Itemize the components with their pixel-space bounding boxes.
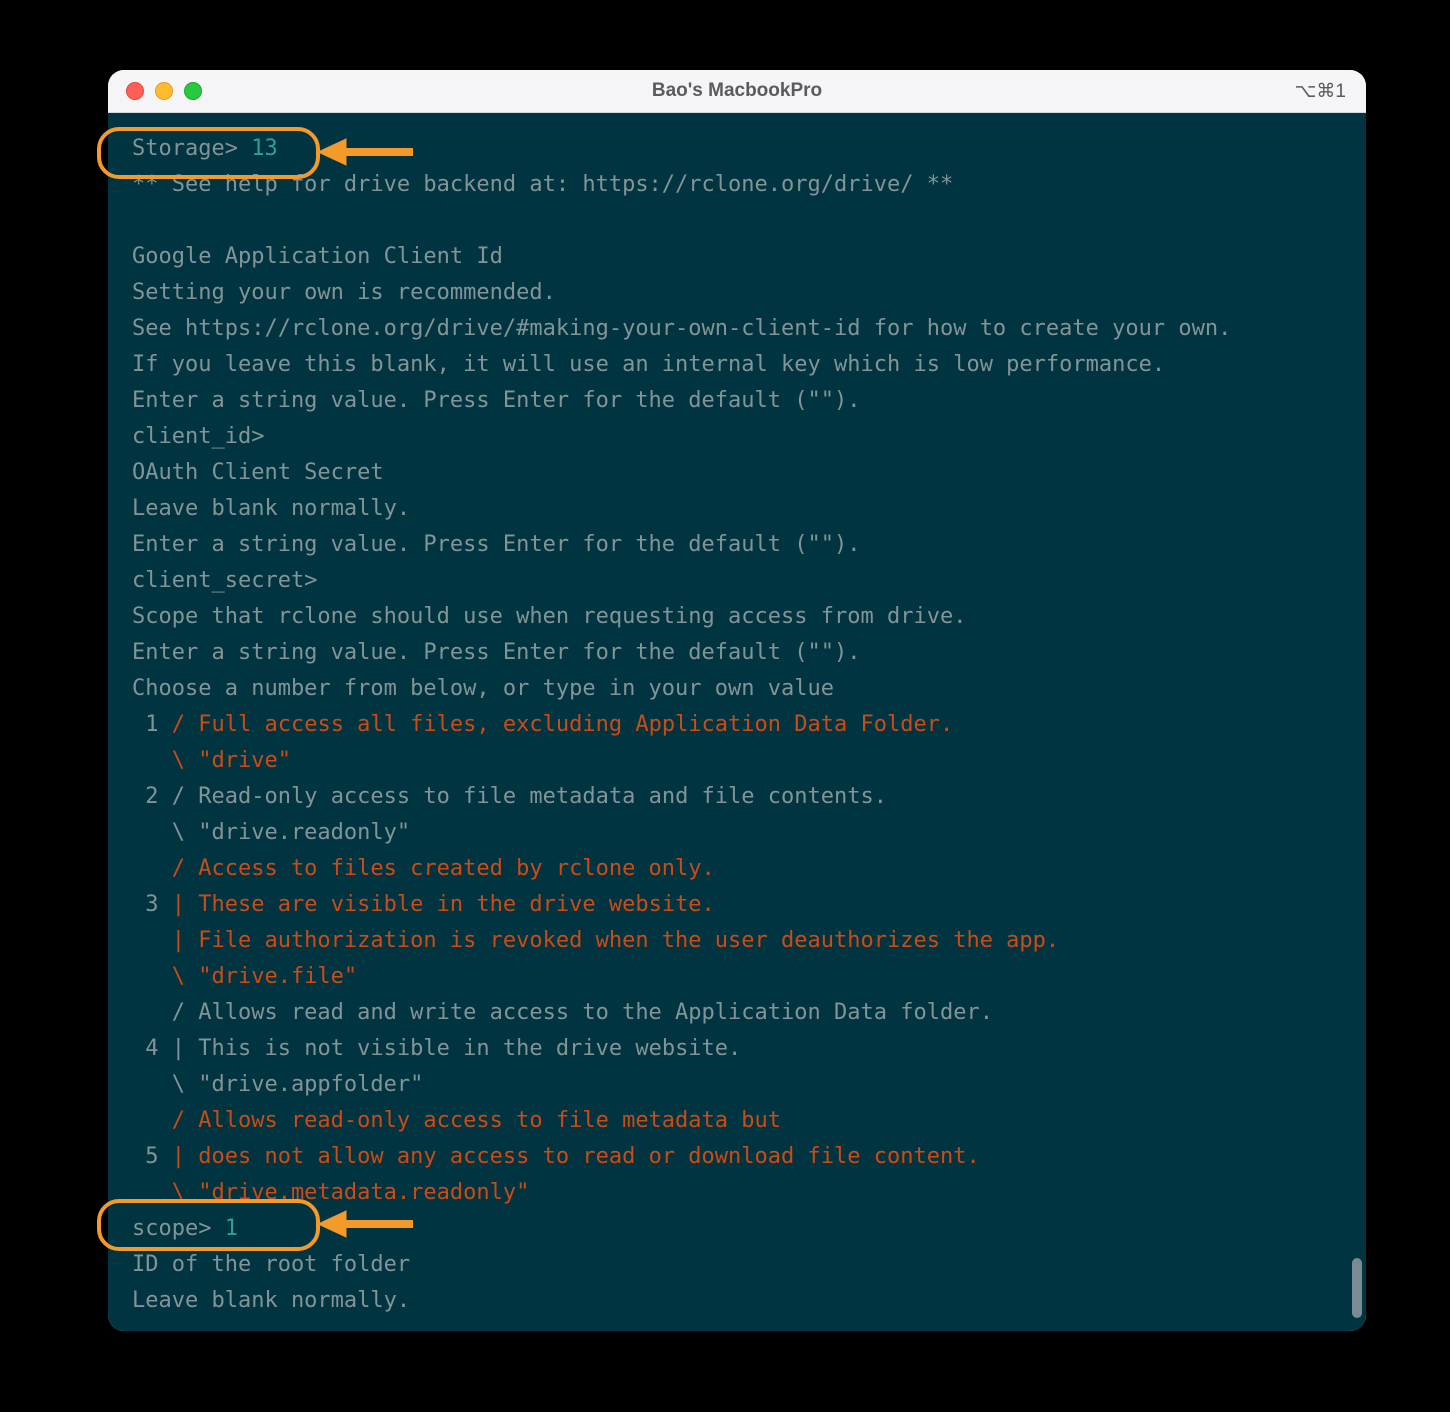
enter-string-1: Enter a string value. Press Enter for th…	[132, 388, 860, 413]
opt3-l1: / Access to files created by rclone only…	[132, 856, 715, 881]
opt4-val: \ "drive.appfolder"	[132, 1072, 423, 1097]
client-id-l3: If you leave this blank, it will use an …	[132, 352, 1165, 377]
window-controls	[126, 82, 202, 100]
terminal-body[interactable]: Storage> 13 ** See help for drive backen…	[108, 113, 1366, 1331]
opt5-l2: | does not allow any access to read or d…	[172, 1144, 980, 1169]
window-title: Bao's MacbookPro	[108, 80, 1366, 102]
enter-string-2: Enter a string value. Press Enter for th…	[132, 532, 860, 557]
storage-prompt-label: Storage>	[132, 136, 238, 161]
scope-desc: Scope that rclone should use when reques…	[132, 604, 966, 629]
client-id-l2: See https://rclone.org/drive/#making-you…	[132, 316, 1231, 341]
opt5-num: 5	[132, 1144, 172, 1169]
client-secret-prompt: client_secret>	[132, 568, 317, 593]
scrollbar[interactable]	[1352, 113, 1362, 1331]
zoom-icon[interactable]	[184, 82, 202, 100]
help-line: ** See help for drive backend at: https:…	[132, 172, 953, 197]
enter-string-3: Enter a string value. Press Enter for th…	[132, 640, 860, 665]
opt5-val: \ "drive.metadata.readonly"	[132, 1180, 529, 1205]
choose-num: Choose a number from below, or type in y…	[132, 676, 834, 701]
opt3-l2: | These are visible in the drive website…	[172, 892, 715, 917]
opt4-l1: / Allows read and write access to the Ap…	[132, 1000, 993, 1025]
leave-blank-1: Leave blank normally.	[132, 496, 410, 521]
minimize-icon[interactable]	[155, 82, 173, 100]
opt4-num: 4	[132, 1036, 172, 1061]
opt3-val: \ "drive.file"	[132, 964, 357, 989]
root-id: ID of the root folder	[132, 1252, 410, 1277]
opt1-val: \ "drive"	[132, 748, 291, 773]
scope-prompt-label: scope>	[132, 1216, 211, 1241]
storage-prompt-value: 13	[238, 136, 278, 161]
scope-prompt-value: 1	[211, 1216, 238, 1241]
close-icon[interactable]	[126, 82, 144, 100]
opt1-num: 1	[132, 712, 172, 737]
opt4-l2: | This is not visible in the drive websi…	[172, 1036, 742, 1061]
client-id-l1: Setting your own is recommended.	[132, 280, 556, 305]
titlebar: Bao's MacbookPro ⌥⌘1	[108, 70, 1366, 113]
opt2-desc: / Read-only access to file metadata and …	[172, 784, 887, 809]
opt5-l1: / Allows read-only access to file metada…	[132, 1108, 781, 1133]
client-id-prompt: client_id>	[132, 424, 264, 449]
hotkey-indicator: ⌥⌘1	[1295, 80, 1346, 103]
client-id-heading: Google Application Client Id	[132, 244, 503, 269]
secret-heading: OAuth Client Secret	[132, 460, 384, 485]
opt3-num: 3	[132, 892, 172, 917]
opt3-l3: | File authorization is revoked when the…	[132, 928, 1059, 953]
scroll-thumb[interactable]	[1352, 1258, 1362, 1318]
root-blank: Leave blank normally.	[132, 1288, 410, 1313]
terminal-window: Bao's MacbookPro ⌥⌘1 Storage> 13 ** See …	[108, 70, 1366, 1331]
opt2-num: 2	[132, 784, 172, 809]
opt2-val: \ "drive.readonly"	[132, 820, 410, 845]
opt1-desc: / Full access all files, excluding Appli…	[172, 712, 953, 737]
